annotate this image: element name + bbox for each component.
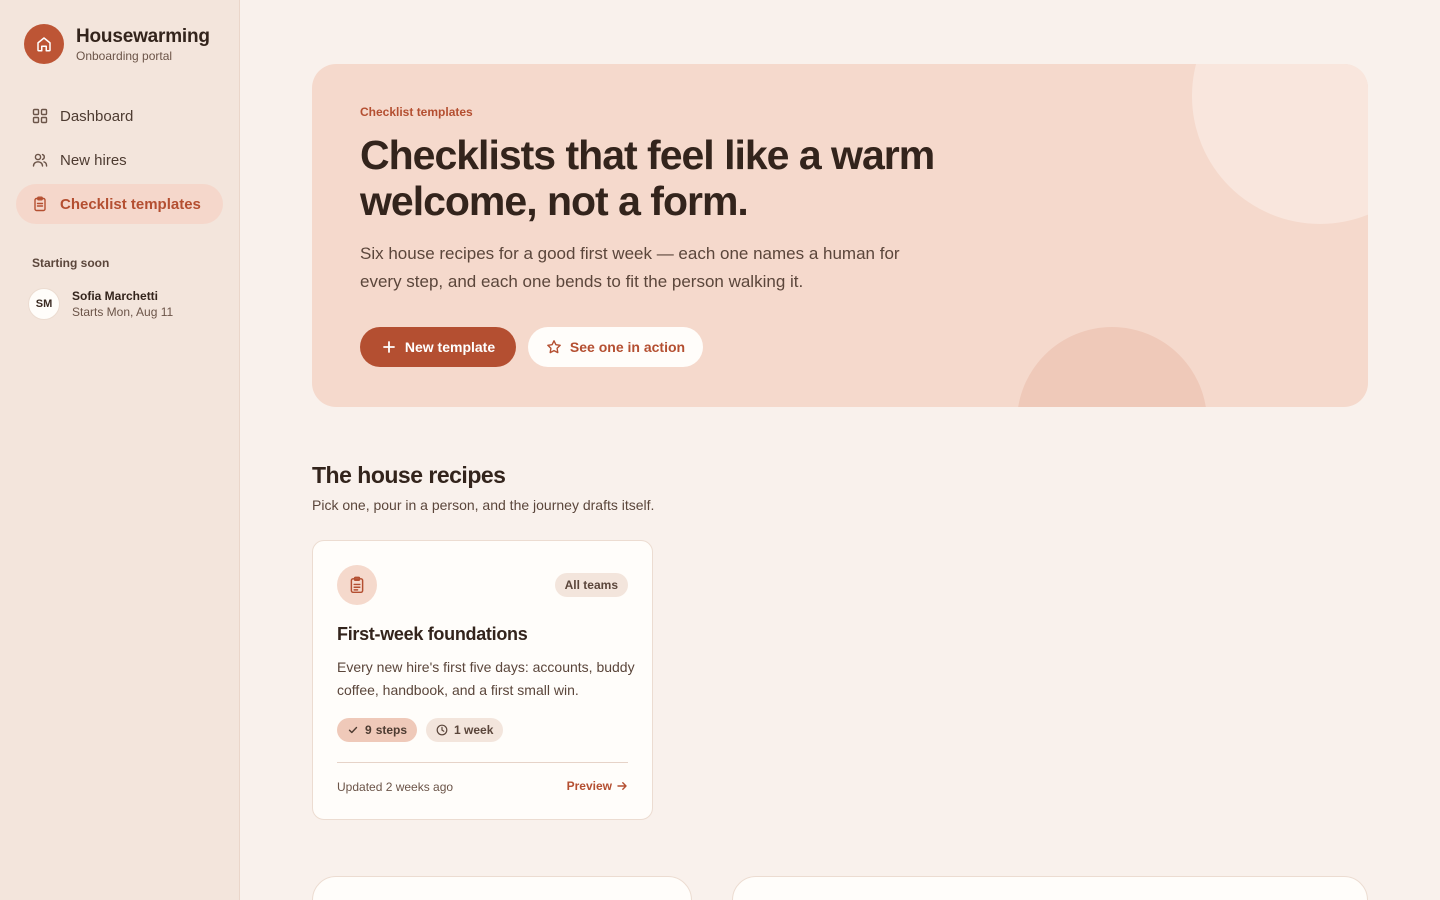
- brand-name: Housewarming: [76, 25, 210, 47]
- brand-subtitle: Onboarding portal: [76, 48, 173, 63]
- template-card[interactable]: [732, 876, 1368, 900]
- see-in-action-label: See one in action: [569, 339, 686, 355]
- arrow-right-icon: [616, 780, 628, 792]
- sidebar-item-new-hires[interactable]: New hires: [16, 140, 223, 180]
- decorative-circle: [1017, 327, 1207, 407]
- avatar: SM: [28, 288, 60, 320]
- new-template-button[interactable]: New template: [360, 327, 516, 367]
- template-card[interactable]: All teams First-week foundations Every n…: [312, 540, 653, 820]
- plus-icon: [381, 339, 397, 355]
- sidebar-nav: Dashboard New hires Checklist templates: [16, 96, 223, 228]
- steps-count: 9: [365, 723, 372, 737]
- clipboard-icon: [32, 196, 48, 212]
- page-title: Checklists that feel like a warm welcome…: [360, 132, 935, 224]
- divider: [337, 762, 628, 763]
- hero-eyebrow: Checklist templates: [360, 105, 473, 119]
- steps-label: steps: [375, 723, 408, 737]
- template-card[interactable]: [312, 876, 692, 900]
- sidebar-item-checklist-templates[interactable]: Checklist templates: [16, 184, 223, 224]
- check-icon: [347, 724, 359, 736]
- starting-soon-label: Starting soon: [32, 256, 110, 270]
- sidebar-item-label: Checklist templates: [60, 195, 201, 213]
- duration-chip: 1 week: [426, 718, 504, 742]
- sidebar-item-dashboard[interactable]: Dashboard: [16, 96, 223, 136]
- see-in-action-button[interactable]: See one in action: [528, 327, 703, 367]
- home-icon: [24, 24, 64, 64]
- sidebar: Housewarming Onboarding portal Dashboard…: [0, 0, 240, 900]
- clipboard-icon: [337, 565, 377, 605]
- preview-label: Preview: [566, 779, 612, 793]
- preview-link[interactable]: Preview: [567, 779, 628, 793]
- starting-soon-person[interactable]: SM Sofia Marchetti Starts Mon, Aug 11: [28, 288, 173, 320]
- users-icon: [32, 152, 48, 168]
- card-title: First-week foundations: [337, 624, 528, 644]
- grid-icon: [32, 108, 48, 124]
- brand[interactable]: Housewarming Onboarding portal: [24, 24, 210, 64]
- person-start-date: Starts Mon, Aug 11: [72, 305, 174, 319]
- duration-label: 1 week: [454, 723, 494, 737]
- card-description: Every new hire's first five days: accoun…: [337, 659, 635, 698]
- sidebar-item-label: Dashboard: [60, 107, 134, 125]
- decorative-circle: [1192, 64, 1368, 224]
- sidebar-item-label: New hires: [60, 151, 127, 169]
- updated-text: Updated 2 weeks ago: [337, 780, 454, 794]
- person-name: Sofia Marchetti: [72, 289, 159, 303]
- steps-chip: 9 steps: [337, 718, 418, 742]
- new-template-label: New template: [404, 339, 496, 355]
- section-title: The house recipes: [312, 462, 506, 488]
- team-badge: All teams: [554, 573, 628, 597]
- section-subtitle: Pick one, pour in a person, and the jour…: [312, 497, 655, 513]
- clock-icon: [436, 724, 448, 736]
- hero-banner: Checklist templates Checklists that feel…: [312, 64, 1368, 407]
- star-icon: [546, 339, 562, 355]
- hero-subtitle: Six house recipes for a good first week …: [360, 244, 900, 291]
